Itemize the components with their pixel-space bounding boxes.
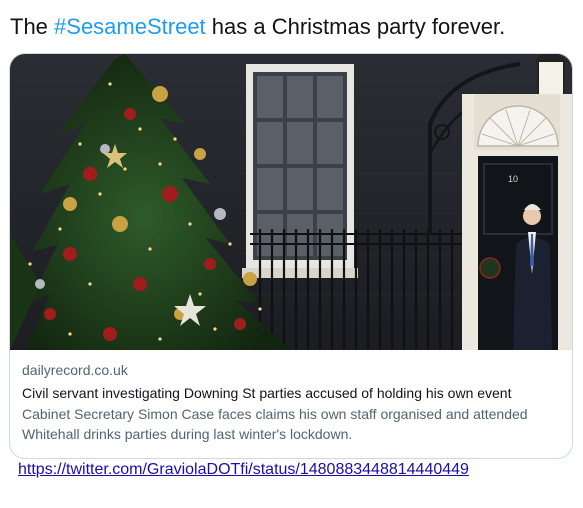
door-number: 10: [508, 174, 518, 184]
hashtag-link[interactable]: #SesameStreet: [54, 14, 206, 39]
card-headline: Civil servant investigating Downing St p…: [22, 385, 512, 401]
tweet-text-after: has a Christmas party forever.: [205, 14, 506, 39]
card-image[interactable]: 10: [10, 54, 572, 350]
card-domain: dailyrecord.co.uk: [22, 362, 128, 378]
tweet-text: The #SesameStreet has a Christmas party …: [10, 13, 505, 41]
tweet-url-link[interactable]: https://twitter.com/GraviolaDOTfi/status…: [18, 460, 469, 480]
tweet-text-before: The: [10, 14, 55, 39]
card-description: Cabinet Secretary Simon Case faces claim…: [22, 406, 528, 442]
downing-street-christmas-photo: 10: [10, 54, 572, 350]
link-preview-card[interactable]: 10 dailyrecord.co.uk Civil servant inves…: [9, 53, 573, 459]
card-meta: dailyrecord.co.uk Civil servant investig…: [22, 360, 560, 444]
